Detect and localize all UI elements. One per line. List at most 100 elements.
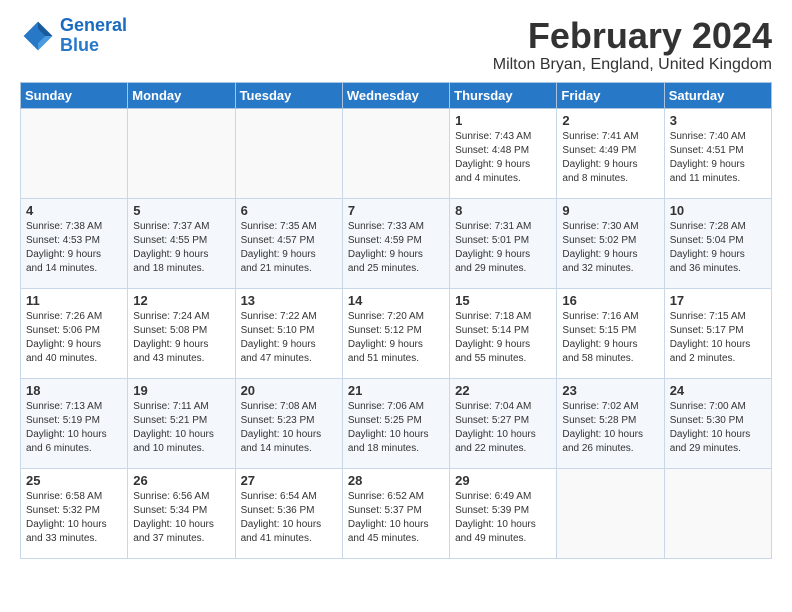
day-info: Sunrise: 7:37 AM Sunset: 4:55 PM Dayligh…	[133, 220, 229, 276]
day-cell: 27 Sunrise: 6:54 AM Sunset: 5:36 PM Dayli…	[235, 468, 342, 558]
day-cell: 19 Sunrise: 7:11 AM Sunset: 5:21 PM Dayli…	[128, 378, 235, 468]
week-row-0: 1 Sunrise: 7:43 AM Sunset: 4:48 PM Daylig…	[21, 108, 772, 198]
day-cell: 22 Sunrise: 7:04 AM Sunset: 5:27 PM Dayli…	[450, 378, 557, 468]
day-cell: 3 Sunrise: 7:40 AM Sunset: 4:51 PM Daylig…	[664, 108, 771, 198]
day-info: Sunrise: 6:49 AM Sunset: 5:39 PM Dayligh…	[455, 490, 551, 546]
day-number: 1	[455, 113, 551, 128]
day-cell: 18 Sunrise: 7:13 AM Sunset: 5:19 PM Dayli…	[21, 378, 128, 468]
logo: General Blue	[20, 16, 127, 56]
day-cell: 14Sunrise: 7:20 AM Sunset: 5:12 PM Dayli…	[342, 288, 449, 378]
day-number: 11	[26, 293, 122, 308]
day-cell: 5 Sunrise: 7:37 AM Sunset: 4:55 PM Daylig…	[128, 198, 235, 288]
day-number: 3	[670, 113, 766, 128]
day-info: Sunrise: 7:41 AM Sunset: 4:49 PM Dayligh…	[562, 130, 658, 186]
day-info: Sunrise: 6:56 AM Sunset: 5:34 PM Dayligh…	[133, 490, 229, 546]
day-cell: 7 Sunrise: 7:33 AM Sunset: 4:59 PM Daylig…	[342, 198, 449, 288]
day-cell: 20Sunrise: 7:08 AM Sunset: 5:23 PM Dayli…	[235, 378, 342, 468]
day-number: 22	[455, 383, 551, 398]
day-cell: 24Sunrise: 7:00 AM Sunset: 5:30 PM Dayli…	[664, 378, 771, 468]
day-number: 12	[133, 293, 229, 308]
day-cell: 1 Sunrise: 7:43 AM Sunset: 4:48 PM Daylig…	[450, 108, 557, 198]
header-row: SundayMondayTuesdayWednesdayThursdayFrid…	[21, 82, 772, 108]
logo-icon	[20, 18, 56, 54]
day-cell	[664, 468, 771, 558]
day-info: Sunrise: 7:16 AM Sunset: 5:15 PM Dayligh…	[562, 310, 658, 366]
day-info: Sunrise: 7:28 AM Sunset: 5:04 PM Dayligh…	[670, 220, 766, 276]
day-cell: 25 Sunrise: 6:58 AM Sunset: 5:32 PM Dayli…	[21, 468, 128, 558]
day-number: 5	[133, 203, 229, 218]
logo-line2: Blue	[60, 36, 127, 56]
day-cell: 29 Sunrise: 6:49 AM Sunset: 5:39 PM Dayli…	[450, 468, 557, 558]
day-cell: 4 Sunrise: 7:38 AM Sunset: 4:53 PM Daylig…	[21, 198, 128, 288]
day-cell	[342, 108, 449, 198]
header-cell-friday: Friday	[557, 82, 664, 108]
calendar-body: 1 Sunrise: 7:43 AM Sunset: 4:48 PM Daylig…	[21, 108, 772, 558]
day-cell: 13 Sunrise: 7:22 AM Sunset: 5:10 PM Dayli…	[235, 288, 342, 378]
day-info: Sunrise: 7:18 AM Sunset: 5:14 PM Dayligh…	[455, 310, 551, 366]
day-info: Sunrise: 7:20 AM Sunset: 5:12 PM Dayligh…	[348, 310, 444, 366]
day-cell	[557, 468, 664, 558]
day-number: 16	[562, 293, 658, 308]
day-info: Sunrise: 7:04 AM Sunset: 5:27 PM Dayligh…	[455, 400, 551, 456]
day-info: Sunrise: 7:22 AM Sunset: 5:10 PM Dayligh…	[241, 310, 337, 366]
day-info: Sunrise: 7:24 AM Sunset: 5:08 PM Dayligh…	[133, 310, 229, 366]
day-number: 29	[455, 473, 551, 488]
day-number: 2	[562, 113, 658, 128]
day-cell: 16 Sunrise: 7:16 AM Sunset: 5:15 PM Dayli…	[557, 288, 664, 378]
day-number: 27	[241, 473, 337, 488]
day-info: Sunrise: 7:15 AM Sunset: 5:17 PM Dayligh…	[670, 310, 766, 366]
header-cell-thursday: Thursday	[450, 82, 557, 108]
day-cell: 23Sunrise: 7:02 AM Sunset: 5:28 PM Dayli…	[557, 378, 664, 468]
header-cell-monday: Monday	[128, 82, 235, 108]
day-cell: 8Sunrise: 7:31 AM Sunset: 5:01 PM Daylig…	[450, 198, 557, 288]
day-cell: 2 Sunrise: 7:41 AM Sunset: 4:49 PM Daylig…	[557, 108, 664, 198]
day-info: Sunrise: 7:13 AM Sunset: 5:19 PM Dayligh…	[26, 400, 122, 456]
day-number: 15	[455, 293, 551, 308]
day-info: Sunrise: 7:35 AM Sunset: 4:57 PM Dayligh…	[241, 220, 337, 276]
day-number: 19	[133, 383, 229, 398]
day-number: 26	[133, 473, 229, 488]
day-info: Sunrise: 7:43 AM Sunset: 4:48 PM Dayligh…	[455, 130, 551, 186]
day-number: 6	[241, 203, 337, 218]
day-info: Sunrise: 7:40 AM Sunset: 4:51 PM Dayligh…	[670, 130, 766, 186]
day-number: 25	[26, 473, 122, 488]
week-row-4: 25 Sunrise: 6:58 AM Sunset: 5:32 PM Dayli…	[21, 468, 772, 558]
day-number: 28	[348, 473, 444, 488]
day-info: Sunrise: 7:30 AM Sunset: 5:02 PM Dayligh…	[562, 220, 658, 276]
location-subtitle: Milton Bryan, England, United Kingdom	[493, 56, 772, 74]
day-cell: 10 Sunrise: 7:28 AM Sunset: 5:04 PM Dayli…	[664, 198, 771, 288]
week-row-1: 4 Sunrise: 7:38 AM Sunset: 4:53 PM Daylig…	[21, 198, 772, 288]
day-cell: 28 Sunrise: 6:52 AM Sunset: 5:37 PM Dayli…	[342, 468, 449, 558]
day-info: Sunrise: 6:58 AM Sunset: 5:32 PM Dayligh…	[26, 490, 122, 546]
day-info: Sunrise: 7:33 AM Sunset: 4:59 PM Dayligh…	[348, 220, 444, 276]
day-info: Sunrise: 7:38 AM Sunset: 4:53 PM Dayligh…	[26, 220, 122, 276]
day-info: Sunrise: 7:11 AM Sunset: 5:21 PM Dayligh…	[133, 400, 229, 456]
calendar-table: SundayMondayTuesdayWednesdayThursdayFrid…	[20, 82, 772, 559]
header-cell-wednesday: Wednesday	[342, 82, 449, 108]
day-number: 18	[26, 383, 122, 398]
day-info: Sunrise: 7:02 AM Sunset: 5:28 PM Dayligh…	[562, 400, 658, 456]
day-info: Sunrise: 7:31 AM Sunset: 5:01 PM Dayligh…	[455, 220, 551, 276]
day-number: 13	[241, 293, 337, 308]
day-cell: 15 Sunrise: 7:18 AM Sunset: 5:14 PM Dayli…	[450, 288, 557, 378]
header-cell-sunday: Sunday	[21, 82, 128, 108]
day-cell: 17Sunrise: 7:15 AM Sunset: 5:17 PM Dayli…	[664, 288, 771, 378]
day-cell	[21, 108, 128, 198]
day-number: 4	[26, 203, 122, 218]
day-info: Sunrise: 6:52 AM Sunset: 5:37 PM Dayligh…	[348, 490, 444, 546]
day-cell	[128, 108, 235, 198]
day-info: Sunrise: 7:08 AM Sunset: 5:23 PM Dayligh…	[241, 400, 337, 456]
day-cell: 6 Sunrise: 7:35 AM Sunset: 4:57 PM Daylig…	[235, 198, 342, 288]
day-number: 9	[562, 203, 658, 218]
day-number: 21	[348, 383, 444, 398]
day-number: 24	[670, 383, 766, 398]
day-cell: 9 Sunrise: 7:30 AM Sunset: 5:02 PM Daylig…	[557, 198, 664, 288]
month-title: February 2024	[493, 16, 772, 56]
week-row-2: 11Sunrise: 7:26 AM Sunset: 5:06 PM Dayli…	[21, 288, 772, 378]
header-cell-tuesday: Tuesday	[235, 82, 342, 108]
logo-line1: General	[60, 15, 127, 35]
day-number: 7	[348, 203, 444, 218]
day-info: Sunrise: 6:54 AM Sunset: 5:36 PM Dayligh…	[241, 490, 337, 546]
day-number: 10	[670, 203, 766, 218]
header-cell-saturday: Saturday	[664, 82, 771, 108]
